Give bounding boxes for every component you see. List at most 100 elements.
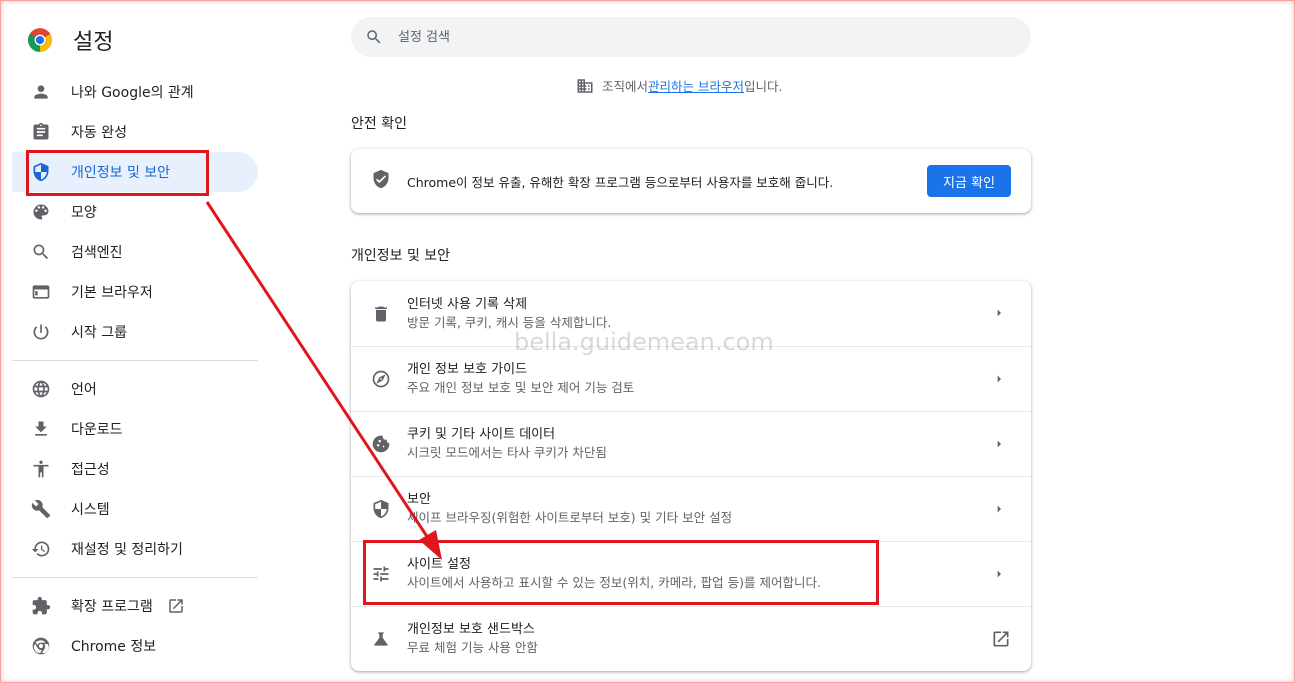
sidebar-item-label: Chrome 정보 xyxy=(71,639,157,655)
tune-icon xyxy=(371,564,391,584)
globe-icon xyxy=(30,378,52,400)
person-icon xyxy=(30,81,52,103)
row-subtitle: 사이트에서 사용하고 표시할 수 있는 정보(위치, 카메라, 팝업 등)를 제… xyxy=(407,575,821,590)
chevron-right-icon xyxy=(991,436,1007,452)
power-icon xyxy=(30,321,52,343)
chevron-right-icon xyxy=(991,305,1007,321)
sidebar-divider xyxy=(12,360,258,361)
clipboard-icon xyxy=(30,121,52,143)
sidebar-item-label: 기본 브라우저 xyxy=(71,285,153,301)
privacy-heading: 개인정보 및 보안 xyxy=(351,248,451,264)
accessibility-icon xyxy=(30,458,52,480)
chrome-icon xyxy=(30,635,52,657)
row-subtitle: 무료 체험 기능 사용 안함 xyxy=(407,640,538,655)
sidebar-item-label: 자동 완성 xyxy=(71,125,127,141)
row-clear-browsing-data[interactable]: 인터넷 사용 기록 삭제 방문 기록, 쿠키, 캐시 등을 삭제합니다. xyxy=(351,281,1031,346)
sidebar-item-label: 검색엔진 xyxy=(71,245,123,261)
palette-icon xyxy=(30,201,52,223)
sidebar-item-system[interactable]: 시스템 xyxy=(12,489,258,529)
check-now-button[interactable]: 지금 확인 xyxy=(927,165,1011,197)
shield-icon xyxy=(30,161,52,183)
cookie-icon xyxy=(371,434,391,454)
sidebar-item-label: 모양 xyxy=(71,205,97,221)
sidebar-item-label: 나와 Google의 관계 xyxy=(71,85,194,101)
chevron-right-icon xyxy=(991,371,1007,387)
search-bar[interactable] xyxy=(351,17,1031,57)
row-title: 쿠키 및 기타 사이트 데이터 xyxy=(407,427,556,442)
sidebar-item-you-and-google[interactable]: 나와 Google의 관계 xyxy=(12,72,258,112)
sidebar-item-label: 시스템 xyxy=(71,502,110,518)
chevron-right-icon xyxy=(991,501,1007,517)
sidebar-item-extensions[interactable]: 확장 프로그램 xyxy=(12,586,258,626)
business-icon xyxy=(577,78,593,93)
row-site-settings[interactable]: 사이트 설정 사이트에서 사용하고 표시할 수 있는 정보(위치, 카메라, 팝… xyxy=(351,541,1031,606)
row-text: 보안 세이프 브라우징(위험한 사이트로부터 보호) 및 기타 보안 설정 xyxy=(407,491,732,527)
row-title: 인터넷 사용 기록 삭제 xyxy=(407,296,528,312)
sidebar-item-privacy-security[interactable]: 개인정보 및 보안 xyxy=(12,152,258,192)
download-icon xyxy=(30,418,52,440)
sidebar-item-search-engine[interactable]: 검색엔진 xyxy=(12,232,258,272)
sidebar-item-autofill[interactable]: 자동 완성 xyxy=(12,112,258,152)
chrome-logo-icon xyxy=(28,28,52,52)
row-subtitle: 주요 개인 정보 보호 및 보안 제어 기능 검토 xyxy=(407,380,635,395)
sidebar-item-reset[interactable]: 재설정 및 정리하기 xyxy=(12,529,258,569)
row-privacy-sandbox[interactable]: 개인정보 보호 샌드박스 무료 체험 기능 사용 안함 xyxy=(351,606,1031,671)
sidebar-item-on-startup[interactable]: 시작 그룹 xyxy=(12,312,258,352)
sidebar-divider xyxy=(12,577,258,578)
sidebar: 설정 나와 Google의 관계 자동 완성 개인정보 및 보안 모양 검색엔진… xyxy=(12,10,258,680)
sidebar-item-label: 다운로드 xyxy=(71,422,123,438)
row-text: 개인정보 보호 샌드박스 무료 체험 기능 사용 안함 xyxy=(407,621,538,657)
chevron-right-icon xyxy=(991,566,1007,582)
row-privacy-guide[interactable]: 개인 정보 보호 가이드 주요 개인 정보 보호 및 보안 제어 기능 검토 xyxy=(351,346,1031,411)
sidebar-item-label: 재설정 및 정리하기 xyxy=(71,542,183,558)
row-text: 쿠키 및 기타 사이트 데이터 시크릿 모드에서는 타사 쿠키가 차단됨 xyxy=(407,426,607,462)
sidebar-item-accessibility[interactable]: 접근성 xyxy=(12,449,258,489)
external-link-icon xyxy=(167,597,185,615)
browser-icon xyxy=(30,281,52,303)
privacy-card: 인터넷 사용 기록 삭제 방문 기록, 쿠키, 캐시 등을 삭제합니다. 개인 … xyxy=(351,281,1031,671)
row-title: 개인 정보 보호 가이드 xyxy=(407,362,528,377)
sidebar-item-downloads[interactable]: 다운로드 xyxy=(12,409,258,449)
sidebar-item-default-browser[interactable]: 기본 브라우저 xyxy=(12,272,258,312)
managed-browser-link[interactable]: 관리하는 브라우저 xyxy=(648,76,744,95)
safety-check-heading: 안전 확인 xyxy=(351,116,407,132)
sidebar-item-label: 확장 프로그램 xyxy=(71,599,153,615)
puzzle-icon xyxy=(30,595,52,617)
sidebar-item-about-chrome[interactable]: Chrome 정보 xyxy=(12,626,258,666)
brand: 설정 xyxy=(27,24,113,56)
row-subtitle: 시크릿 모드에서는 타사 쿠키가 차단됨 xyxy=(407,445,607,460)
app-title: 설정 xyxy=(73,30,114,55)
safety-check-description: Chrome이 정보 유출, 유해한 확장 프로그램 등으로부터 사용자를 보호… xyxy=(407,174,834,190)
sidebar-item-label: 개인정보 및 보안 xyxy=(71,165,171,181)
sidebar-item-languages[interactable]: 언어 xyxy=(12,369,258,409)
sidebar-item-label: 접근성 xyxy=(71,462,110,478)
safety-check-card: Chrome이 정보 유출, 유해한 확장 프로그램 등으로부터 사용자를 보호… xyxy=(351,149,1031,213)
row-title: 개인정보 보호 샌드박스 xyxy=(407,622,535,637)
managed-suffix: 입니다. xyxy=(744,79,783,94)
row-title: 사이트 설정 xyxy=(407,557,471,572)
row-subtitle: 방문 기록, 쿠키, 캐시 등을 삭제합니다. xyxy=(407,314,612,330)
sidebar-item-appearance[interactable]: 모양 xyxy=(12,192,258,232)
search-icon xyxy=(367,30,381,44)
shield-outline-icon xyxy=(371,499,391,519)
row-security[interactable]: 보안 세이프 브라우징(위험한 사이트로부터 보호) 및 기타 보안 설정 xyxy=(351,476,1031,541)
wrench-icon xyxy=(30,498,52,520)
sidebar-nav: 나와 Google의 관계 자동 완성 개인정보 및 보안 모양 검색엔진 기본… xyxy=(12,72,258,666)
search-input[interactable] xyxy=(398,29,998,45)
flask-icon xyxy=(371,629,391,649)
row-text: 개인 정보 보호 가이드 주요 개인 정보 보호 및 보안 제어 기능 검토 xyxy=(407,361,634,397)
restore-icon xyxy=(30,538,52,560)
shield-check-icon xyxy=(371,169,391,193)
row-cookies[interactable]: 쿠키 및 기타 사이트 데이터 시크릿 모드에서는 타사 쿠키가 차단됨 xyxy=(351,411,1031,476)
trash-icon xyxy=(371,304,391,324)
row-title: 보안 xyxy=(407,492,431,507)
row-text: 인터넷 사용 기록 삭제 방문 기록, 쿠키, 캐시 등을 삭제합니다. xyxy=(407,296,611,332)
search-icon xyxy=(30,241,52,263)
managed-notice: 조직에서 관리하는 브라우저 입니다. xyxy=(576,76,782,95)
compass-icon xyxy=(371,369,391,389)
row-subtitle: 세이프 브라우징(위험한 사이트로부터 보호) 및 기타 보안 설정 xyxy=(407,510,733,525)
external-link-icon[interactable] xyxy=(991,629,1011,649)
sidebar-item-label: 언어 xyxy=(71,382,97,398)
row-text: 사이트 설정 사이트에서 사용하고 표시할 수 있는 정보(위치, 카메라, 팝… xyxy=(407,556,821,592)
sidebar-item-label: 시작 그룹 xyxy=(71,325,127,341)
